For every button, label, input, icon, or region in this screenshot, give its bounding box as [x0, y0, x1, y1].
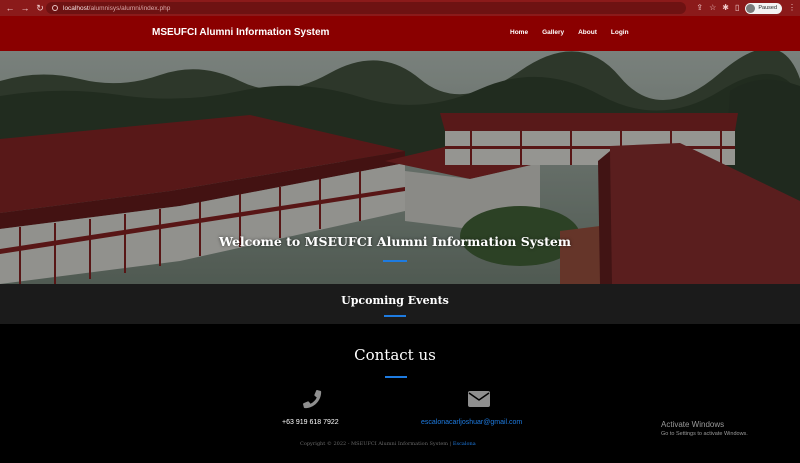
nav-login-link[interactable]: Login	[611, 29, 629, 36]
hero-campus-image	[0, 51, 800, 284]
browser-menu-icon[interactable]: ⋮	[788, 1, 796, 15]
profile-label: Paused	[758, 5, 777, 11]
envelope-icon	[468, 391, 490, 407]
avatar	[746, 3, 756, 13]
site-navbar: MSEUFCI Alumni Information System Home G…	[0, 16, 800, 51]
contact-heading: Contact us	[354, 346, 436, 364]
url-path: /alumnisys/alumni/index.php	[88, 4, 171, 12]
contact-email-link[interactable]: escalonacarljoshuar@gmail.com	[421, 419, 522, 426]
nav-menu: Home Gallery About Login	[510, 29, 629, 36]
phone-icon	[303, 390, 322, 409]
reload-icon[interactable]: ↻	[34, 2, 46, 14]
footer-copyright: Copyright © 2022 - MSEUFCI Alumni Inform…	[300, 441, 476, 447]
forward-icon[interactable]: →	[19, 2, 31, 14]
url-host: localhost	[63, 4, 89, 12]
copyright-text: Copyright © 2022 - MSEUFCI Alumni Inform…	[300, 441, 452, 447]
hero-title: Welcome to MSEUFCI Alumni Information Sy…	[218, 234, 572, 249]
site-brand[interactable]: MSEUFCI Alumni Information System	[152, 27, 329, 38]
nav-gallery-link[interactable]: Gallery	[542, 29, 564, 36]
contact-heading-underline	[385, 376, 407, 378]
site-info-icon[interactable]	[52, 5, 58, 11]
contact-section: Contact us +63 919 618 7922 escalonacarl…	[0, 324, 800, 463]
author-link[interactable]: Escalona	[453, 441, 476, 447]
bookmark-star-icon[interactable]: ☆	[709, 1, 716, 15]
nav-about-link[interactable]: About	[578, 29, 597, 36]
address-text[interactable]: localhost/alumnisys/alumni/index.php	[63, 5, 170, 12]
browser-toolbar: ← → ↻ localhost/alumnisys/alumni/index.p…	[0, 0, 800, 16]
events-heading-underline	[384, 315, 406, 317]
hero-title-underline	[383, 260, 407, 262]
side-panel-icon[interactable]: ▯	[735, 1, 739, 15]
activate-subtitle: Go to Settings to activate Windows.	[661, 431, 748, 437]
nav-home-link[interactable]: Home	[510, 29, 528, 36]
hero-section: Welcome to MSEUFCI Alumni Information Sy…	[0, 51, 800, 284]
upcoming-events-section: Upcoming Events	[0, 284, 800, 324]
activate-title: Activate Windows	[661, 420, 725, 429]
profile-button[interactable]: Paused	[745, 2, 782, 14]
contact-phone: +63 919 618 7922	[282, 419, 339, 426]
share-icon[interactable]: ⇪	[696, 1, 703, 15]
address-bar[interactable]: localhost/alumnisys/alumni/index.php	[46, 2, 686, 14]
events-heading: Upcoming Events	[341, 294, 449, 307]
extensions-icon[interactable]: ✱	[722, 1, 729, 15]
back-icon[interactable]: ←	[4, 2, 16, 14]
windows-activation-watermark: Activate Windows Go to Settings to activ…	[661, 420, 748, 437]
